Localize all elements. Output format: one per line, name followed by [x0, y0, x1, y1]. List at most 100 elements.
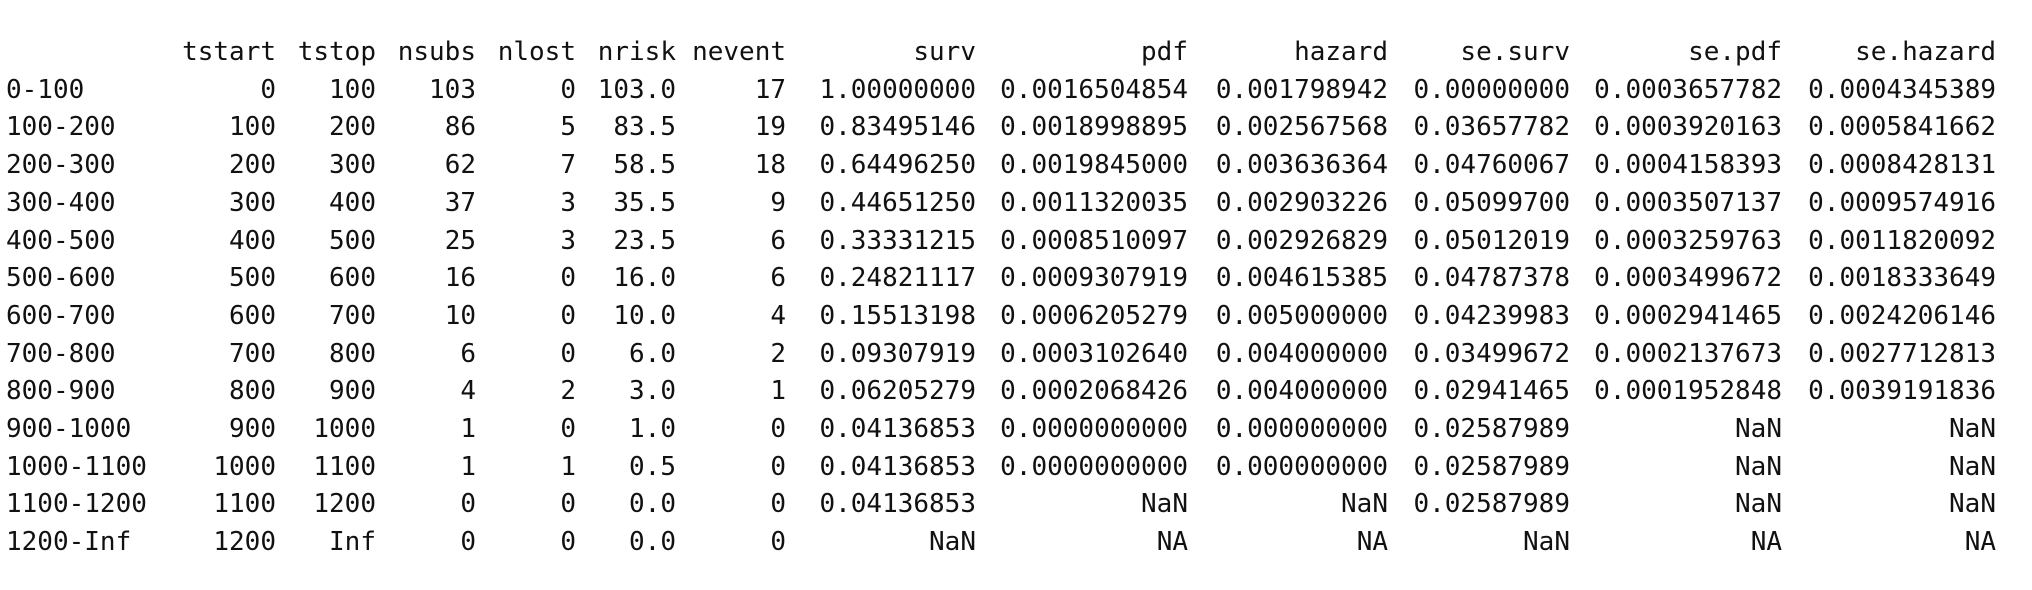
- cell-se-surv: 0.04787378: [1413, 263, 1570, 294]
- cell-se-surv: 0.02587989: [1413, 489, 1570, 520]
- cell-se-pdf: 0.0003920163: [1594, 112, 1782, 143]
- cell-tstop: Inf: [329, 527, 376, 558]
- cell-tstart: 500: [229, 263, 276, 294]
- cell-tstop: 800: [329, 338, 376, 369]
- cell-rowname: 1000-1100: [6, 451, 147, 482]
- cell-hazard: NaN: [1341, 489, 1388, 520]
- cell-nlost: 7: [560, 150, 576, 181]
- cell-nevent: 0: [770, 527, 786, 558]
- table-row: 300-400 300 400 37 3 35.5 9 0.44651250 0.0011320…: [6, 185, 1996, 223]
- cell-nevent: 0: [770, 451, 786, 482]
- cell-rowname: 200-300: [6, 150, 116, 181]
- column-header-nrisk: nrisk: [597, 37, 676, 67]
- cell-se-surv: 0.02587989: [1413, 451, 1570, 482]
- cell-nlost: 3: [560, 225, 576, 256]
- cell-nlost: 0: [560, 338, 576, 369]
- cell-nrisk: 58.5: [613, 150, 676, 181]
- table-row: 900-1000 900 1000 1 0 1.0 0 0.04136853 0.0000000…: [6, 411, 1996, 449]
- cell-rowname: 400-500: [6, 225, 116, 256]
- cell-nrisk: 83.5: [613, 112, 676, 143]
- cell-tstart: 100: [229, 112, 276, 143]
- cell-surv: 0.64496250: [819, 150, 976, 181]
- cell-pdf: 0.0016504854: [1000, 74, 1188, 105]
- table-row: 100-200 100 200 86 5 83.5 19 0.83495146 0.001899…: [6, 109, 1996, 147]
- cell-tstart: 400: [229, 225, 276, 256]
- cell-nsubs: 0: [460, 527, 476, 558]
- cell-nrisk: 103.0: [597, 74, 676, 105]
- header-row: tstart tstop nsubs nlost nrisk nevent su…: [6, 34, 1996, 72]
- cell-se-pdf: NA: [1750, 527, 1782, 558]
- column-header-se-hazard: se.hazard: [1855, 37, 1996, 67]
- cell-se-hazard: 0.0004345389: [1808, 74, 1996, 105]
- cell-rowname: 1200-Inf: [6, 527, 132, 558]
- cell-pdf: 0.0008510097: [1000, 225, 1188, 256]
- column-header-nevent: nevent: [692, 37, 786, 67]
- cell-hazard: 0.004615385: [1215, 263, 1388, 294]
- cell-tstart: 0: [260, 74, 276, 105]
- cell-nrisk: 0.5: [629, 451, 676, 482]
- cell-nlost: 3: [560, 187, 576, 218]
- cell-nsubs: 6: [460, 338, 476, 369]
- column-header-hazard: hazard: [1294, 37, 1388, 67]
- cell-nevent: 0: [770, 489, 786, 520]
- cell-tstop: 600: [329, 263, 376, 294]
- cell-tstart: 600: [229, 300, 276, 331]
- cell-hazard: 0.000000000: [1215, 414, 1388, 445]
- cell-tstop: 400: [329, 187, 376, 218]
- cell-nevent: 6: [770, 263, 786, 294]
- cell-hazard: 0.003636364: [1215, 150, 1388, 181]
- cell-pdf: 0.0011320035: [1000, 187, 1188, 218]
- cell-se-surv: 0.00000000: [1413, 74, 1570, 105]
- cell-nrisk: 0.0: [629, 527, 676, 558]
- cell-rowname: 800-900: [6, 376, 116, 407]
- cell-nevent: 18: [754, 150, 786, 181]
- cell-pdf: 0.0003102640: [1000, 338, 1188, 369]
- table-row: 400-500 400 500 25 3 23.5 6 0.33331215 0.0008510…: [6, 223, 1996, 261]
- column-header-tstop: tstop: [297, 37, 376, 67]
- cell-tstart: 1100: [213, 489, 276, 520]
- cell-nlost: 0: [560, 489, 576, 520]
- cell-surv: 0.83495146: [819, 112, 976, 143]
- cell-se-pdf: 0.0003499672: [1594, 263, 1782, 294]
- table-body: 0-100 0 100 103 0 103.0 17 1.00000000 0.00165048…: [6, 72, 1996, 562]
- table-row: 200-300 200 300 62 7 58.5 18 0.64496250 0.001984…: [6, 147, 1996, 185]
- table-row: 500-600 500 600 16 0 16.0 6 0.24821117 0.0009307…: [6, 260, 1996, 298]
- cell-tstart: 800: [229, 376, 276, 407]
- cell-tstart: 1000: [213, 451, 276, 482]
- cell-nlost: 0: [560, 300, 576, 331]
- cell-hazard: 0.004000000: [1215, 338, 1388, 369]
- column-header-tstart: tstart: [182, 37, 276, 67]
- cell-tstop: 1000: [313, 414, 376, 445]
- cell-nlost: 1: [560, 451, 576, 482]
- cell-nsubs: 25: [444, 225, 476, 256]
- cell-se-hazard: 0.0011820092: [1808, 225, 1996, 256]
- column-header-nlost: nlost: [497, 37, 576, 67]
- column-header-se-pdf: se.pdf: [1688, 37, 1782, 67]
- cell-tstart: 300: [229, 187, 276, 218]
- cell-se-hazard: NA: [1964, 527, 1996, 558]
- cell-nevent: 0: [770, 414, 786, 445]
- column-header-pdf: pdf: [1141, 37, 1188, 67]
- cell-nlost: 2: [560, 376, 576, 407]
- cell-nrisk: 23.5: [613, 225, 676, 256]
- cell-se-pdf: NaN: [1735, 489, 1782, 520]
- cell-se-hazard: 0.0039191836: [1808, 376, 1996, 407]
- cell-se-pdf: 0.0002137673: [1594, 338, 1782, 369]
- cell-tstop: 1200: [313, 489, 376, 520]
- table-row: 800-900 800 900 4 2 3.0 1 0.06205279 0.000206842…: [6, 373, 1996, 411]
- cell-nlost: 0: [560, 263, 576, 294]
- cell-se-hazard: 0.0008428131: [1808, 150, 1996, 181]
- cell-se-surv: 0.04760067: [1413, 150, 1570, 181]
- cell-pdf: 0.0018998895: [1000, 112, 1188, 143]
- cell-nlost: 5: [560, 112, 576, 143]
- cell-tstart: 700: [229, 338, 276, 369]
- cell-hazard: 0.004000000: [1215, 376, 1388, 407]
- cell-nrisk: 35.5: [613, 187, 676, 218]
- cell-tstop: 100: [329, 74, 376, 105]
- cell-surv: 0.24821117: [819, 263, 976, 294]
- cell-surv: 0.44651250: [819, 187, 976, 218]
- cell-surv: 0.04136853: [819, 489, 976, 520]
- cell-tstop: 200: [329, 112, 376, 143]
- cell-se-hazard: 0.0027712813: [1808, 338, 1996, 369]
- cell-nevent: 4: [770, 300, 786, 331]
